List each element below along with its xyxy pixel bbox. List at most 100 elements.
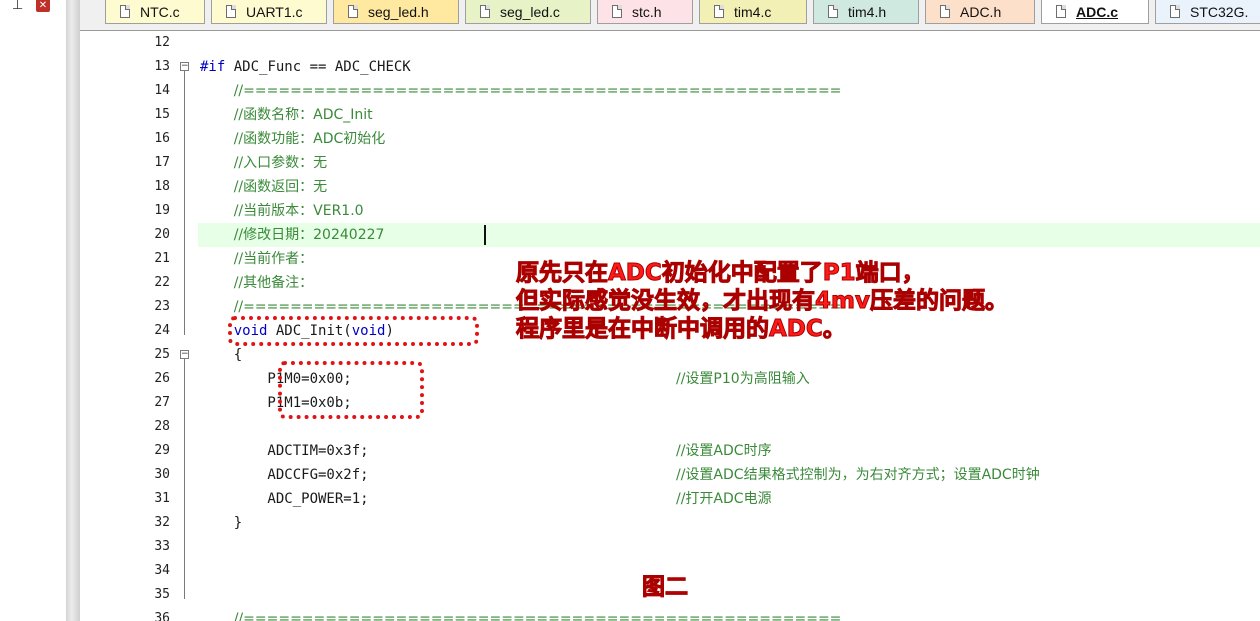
- code-line[interactable]: 29 ADCTIM=0x3f; //设置ADC时序: [80, 439, 1260, 463]
- code-line[interactable]: 31 ADC_POWER=1; //打开ADC电源: [80, 487, 1260, 511]
- code-line[interactable]: 13 #if ADC_Func == ADC_CHECK: [80, 55, 1260, 79]
- line-number: 35: [154, 587, 170, 602]
- line-number: 18: [154, 179, 170, 194]
- code-line[interactable]: 20 //修改日期：20240227: [80, 223, 1260, 247]
- code-text: }: [200, 515, 243, 531]
- pane-splitter[interactable]: [66, 0, 81, 621]
- fold-guide: [184, 359, 185, 599]
- line-number: 25: [154, 347, 170, 362]
- annotation-box-init: [228, 316, 479, 346]
- tab-label: tim4.c: [734, 3, 772, 20]
- code-text: //其他备注：: [233, 275, 314, 291]
- tab-seg-led-c[interactable]: seg_led.c: [465, 0, 591, 24]
- line-number: 24: [154, 323, 170, 338]
- tab-label: UART1.c: [246, 3, 303, 20]
- code-line[interactable]: 16 //函数功能：ADC初始化: [80, 127, 1260, 151]
- code-line[interactable]: 33: [80, 535, 1260, 559]
- annotation-line-3: 程序里是在中断中调用的ADC。: [516, 316, 847, 343]
- code-editor[interactable]: 12 13 #if ADC_Func == ADC_CHECK 14 //======…: [80, 31, 1260, 621]
- annotation-box-p1m: [278, 361, 424, 419]
- line-number: 17: [154, 155, 170, 170]
- tab-uart1-c[interactable]: UART1.c: [211, 0, 327, 24]
- code-line[interactable]: 12: [80, 31, 1260, 55]
- code-line[interactable]: 28: [80, 415, 1260, 439]
- code-text: //修改日期：20240227: [233, 227, 385, 243]
- code-comment: //设置ADC时序: [676, 443, 772, 459]
- line-number: 19: [154, 203, 170, 218]
- code-text: //当前作者：: [233, 251, 314, 267]
- line-number: 29: [154, 443, 170, 458]
- code-comment: //打开ADC电源: [676, 491, 772, 507]
- code-line[interactable]: 30 ADCCFG=0x2f; //设置ADC结果格式控制为，为右对齐方式；设置A…: [80, 463, 1260, 487]
- tab-label: ADC.c: [1076, 3, 1119, 20]
- fold-guide: [184, 71, 185, 335]
- code-line[interactable]: 19 //当前版本：VER1.0: [80, 199, 1260, 223]
- line-number: 23: [154, 299, 170, 314]
- line-number: 33: [154, 539, 170, 554]
- code-text: //函数返回：无: [233, 179, 328, 195]
- close-icon[interactable]: ✕: [36, 0, 50, 12]
- tab-label: ADC.h: [960, 3, 1002, 20]
- tab-ntc-c[interactable]: NTC.c: [105, 0, 205, 24]
- tab-stc32g[interactable]: STC32G.: [1155, 0, 1260, 24]
- line-number: 21: [154, 251, 170, 266]
- annotation-line-2: 但实际感觉没生效，才出现有4mv压差的问题。: [516, 288, 1009, 315]
- code-text: ADC_POWER=1;: [200, 491, 369, 507]
- code-line[interactable]: 32 }: [80, 511, 1260, 535]
- code-line[interactable]: 15 //函数名称：ADC_Init: [80, 103, 1260, 127]
- tab-adc-c[interactable]: ADC.c: [1041, 0, 1149, 24]
- tab-label: seg_led.h: [368, 3, 429, 20]
- tab-stc-h[interactable]: stc.h: [597, 0, 693, 24]
- code-text: #if ADC_Func == ADC_CHECK: [200, 59, 411, 75]
- code-line[interactable]: 25 {: [80, 343, 1260, 367]
- fold-toggle-icon[interactable]: −: [180, 350, 189, 359]
- tab-label: stc.h: [632, 3, 662, 20]
- file-icon: [714, 5, 724, 18]
- code-line[interactable]: 36 //===================================…: [80, 607, 1260, 621]
- file-icon: [480, 5, 490, 18]
- line-number: 12: [154, 35, 170, 50]
- line-number: 31: [154, 491, 170, 506]
- code-line[interactable]: 17 //入口参数：无: [80, 151, 1260, 175]
- editor-tab-strip: NTC.c UART1.c seg_led.h seg_led.c stc.h tim4.…: [80, 0, 1260, 31]
- tab-tim4-h[interactable]: tim4.h: [813, 0, 919, 24]
- line-number: 16: [154, 131, 170, 146]
- tab-label: seg_led.c: [500, 3, 560, 20]
- code-text: //======================================…: [233, 611, 842, 621]
- line-number: 14: [154, 83, 170, 98]
- code-line[interactable]: 14 //===================================…: [80, 79, 1260, 103]
- code-text: {: [200, 347, 243, 363]
- project-pane: ⊥ ✕: [0, 0, 67, 621]
- file-icon: [940, 5, 950, 18]
- tab-label: tim4.h: [848, 3, 887, 20]
- line-number: 15: [154, 107, 170, 122]
- line-number: 30: [154, 467, 170, 482]
- fold-toggle-icon[interactable]: −: [180, 62, 189, 71]
- tab-adc-h[interactable]: ADC.h: [925, 0, 1035, 24]
- code-text: //当前版本：VER1.0: [233, 203, 364, 219]
- code-line[interactable]: 18 //函数返回：无: [80, 175, 1260, 199]
- file-icon: [120, 5, 130, 18]
- code-line[interactable]: 27 P1M1=0x0b;: [80, 391, 1260, 415]
- file-icon: [226, 5, 236, 18]
- annotation-line-1: 原先只在ADC初始化中配置了P1端口，: [516, 260, 926, 287]
- tab-label: NTC.c: [140, 3, 180, 20]
- figure-label: 图二: [642, 574, 689, 601]
- code-text: ADCCFG=0x2f;: [200, 467, 369, 483]
- line-number: 32: [154, 515, 170, 530]
- code-text: //入口参数：无: [233, 155, 328, 171]
- file-icon: [1056, 5, 1066, 18]
- file-icon: [348, 5, 358, 18]
- code-text: //函数功能：ADC初始化: [233, 131, 386, 147]
- tab-tim4-c[interactable]: tim4.c: [699, 0, 807, 24]
- pin-icon[interactable]: ⊥: [12, 0, 23, 13]
- file-icon: [612, 5, 622, 18]
- text-cursor: [484, 225, 486, 245]
- tab-label: STC32G.: [1190, 3, 1249, 20]
- line-number: 36: [154, 611, 170, 621]
- line-number: 34: [154, 563, 170, 578]
- line-number: 28: [154, 419, 170, 434]
- line-number: 20: [154, 227, 170, 242]
- tab-seg-led-h[interactable]: seg_led.h: [333, 0, 459, 24]
- code-line[interactable]: 26 P1M0=0x00;//设置P10为高阻输入: [80, 367, 1260, 391]
